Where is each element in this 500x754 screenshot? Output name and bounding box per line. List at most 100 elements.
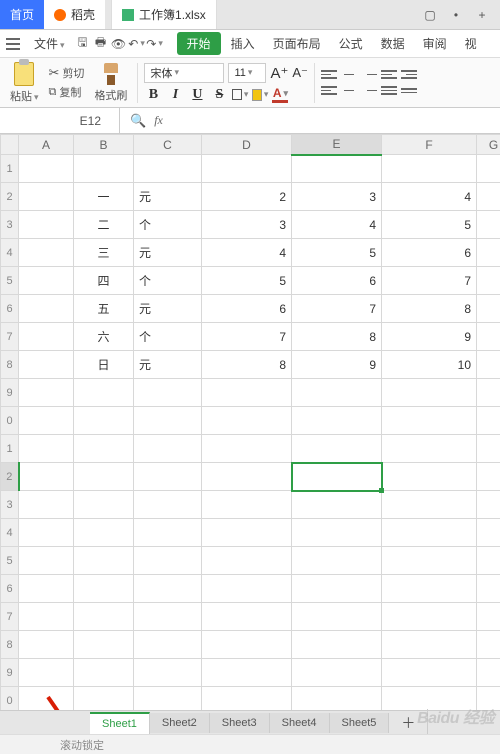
- row-header[interactable]: 9: [1, 379, 19, 407]
- cell[interactable]: [477, 267, 500, 295]
- paste-group[interactable]: 粘贴: [6, 62, 43, 104]
- align-justify-icon[interactable]: [381, 84, 397, 98]
- cell[interactable]: 元: [134, 351, 202, 379]
- cell[interactable]: [202, 519, 292, 547]
- copy-button[interactable]: ⧉复制: [49, 84, 85, 100]
- sheet-tab-sheet1[interactable]: Sheet1: [90, 712, 150, 734]
- cell[interactable]: [477, 295, 500, 323]
- cell[interactable]: 3: [292, 183, 382, 211]
- cell[interactable]: [202, 603, 292, 631]
- cell[interactable]: [292, 435, 382, 463]
- cell[interactable]: [477, 547, 500, 575]
- cell[interactable]: 4: [202, 239, 292, 267]
- cell[interactable]: [292, 155, 382, 183]
- cell[interactable]: [477, 659, 500, 687]
- cut-button[interactable]: ✂剪切: [49, 65, 85, 81]
- cell[interactable]: [74, 463, 134, 491]
- cell[interactable]: 4: [292, 211, 382, 239]
- sheet-tab-sheet3[interactable]: Sheet3: [210, 713, 270, 733]
- row-header[interactable]: 3: [1, 491, 19, 519]
- cell[interactable]: 7: [382, 267, 477, 295]
- device-icon[interactable]: ▢: [422, 7, 438, 23]
- sheet-tab-sheet5[interactable]: Sheet5: [330, 713, 390, 733]
- cell[interactable]: [202, 491, 292, 519]
- cell[interactable]: [382, 519, 477, 547]
- cell[interactable]: 5: [292, 239, 382, 267]
- cell[interactable]: [292, 491, 382, 519]
- cell[interactable]: [19, 631, 74, 659]
- cell[interactable]: [477, 379, 500, 407]
- cell[interactable]: [202, 379, 292, 407]
- cell[interactable]: [477, 239, 500, 267]
- cell[interactable]: 日: [74, 351, 134, 379]
- cell[interactable]: [74, 155, 134, 183]
- cell[interactable]: [382, 463, 477, 491]
- align-bottom-icon[interactable]: [361, 68, 377, 82]
- row-header[interactable]: 1: [1, 155, 19, 183]
- cell[interactable]: [134, 575, 202, 603]
- row-header[interactable]: 7: [1, 603, 19, 631]
- sheet-tab-sheet4[interactable]: Sheet4: [270, 713, 330, 733]
- cell[interactable]: [477, 435, 500, 463]
- cell[interactable]: [19, 323, 74, 351]
- menu-formula[interactable]: 公式: [331, 31, 371, 56]
- align-middle-icon[interactable]: [341, 68, 357, 82]
- cell[interactable]: [382, 631, 477, 659]
- cell[interactable]: [292, 603, 382, 631]
- cell[interactable]: 个: [134, 267, 202, 295]
- cell[interactable]: [134, 435, 202, 463]
- column-header-F[interactable]: F: [382, 135, 477, 155]
- cell[interactable]: 6: [382, 239, 477, 267]
- row-header[interactable]: 1: [1, 435, 19, 463]
- cell[interactable]: [74, 491, 134, 519]
- cell[interactable]: [292, 407, 382, 435]
- row-header[interactable]: 7: [1, 323, 19, 351]
- cell[interactable]: 9: [382, 323, 477, 351]
- cell[interactable]: [477, 575, 500, 603]
- row-header[interactable]: 5: [1, 547, 19, 575]
- cell[interactable]: [19, 659, 74, 687]
- cell[interactable]: 六: [74, 323, 134, 351]
- cell[interactable]: [19, 351, 74, 379]
- sheet-tab-sheet2[interactable]: Sheet2: [150, 713, 210, 733]
- row-header[interactable]: 4: [1, 239, 19, 267]
- cell[interactable]: 元: [134, 183, 202, 211]
- cell[interactable]: [74, 659, 134, 687]
- indent-decrease-icon[interactable]: [381, 68, 397, 82]
- cell[interactable]: 6: [202, 295, 292, 323]
- font-color-button[interactable]: A: [272, 87, 288, 103]
- cell[interactable]: [19, 407, 74, 435]
- column-header-C[interactable]: C: [134, 135, 202, 155]
- row-header[interactable]: 8: [1, 351, 19, 379]
- cell[interactable]: [477, 155, 500, 183]
- cell[interactable]: 7: [202, 323, 292, 351]
- row-header[interactable]: 9: [1, 659, 19, 687]
- cell[interactable]: [202, 435, 292, 463]
- cell[interactable]: [477, 519, 500, 547]
- cell[interactable]: 一: [74, 183, 134, 211]
- fill-color-button[interactable]: [252, 87, 268, 103]
- cell[interactable]: [477, 463, 500, 491]
- cell[interactable]: [292, 631, 382, 659]
- format-painter-group[interactable]: 格式刷: [90, 63, 131, 103]
- increase-font-icon[interactable]: A⁺: [270, 64, 288, 82]
- search-icon[interactable]: 🔍: [130, 113, 146, 129]
- cell[interactable]: [19, 267, 74, 295]
- cell[interactable]: [19, 491, 74, 519]
- cell[interactable]: [19, 295, 74, 323]
- cell[interactable]: [382, 603, 477, 631]
- save-icon[interactable]: 🖫: [75, 36, 91, 52]
- undo-icon[interactable]: ↶: [129, 36, 145, 52]
- cell[interactable]: [134, 519, 202, 547]
- cell[interactable]: 4: [382, 183, 477, 211]
- select-all-corner[interactable]: [1, 135, 19, 155]
- cell[interactable]: 元: [134, 239, 202, 267]
- cell[interactable]: [134, 407, 202, 435]
- cell[interactable]: [74, 519, 134, 547]
- cell[interactable]: [19, 183, 74, 211]
- tab-workbook[interactable]: 工作簿1.xlsx: [111, 0, 217, 29]
- row-header[interactable]: 2: [1, 463, 19, 491]
- column-header-A[interactable]: A: [19, 135, 74, 155]
- cell[interactable]: 元: [134, 295, 202, 323]
- column-header-E[interactable]: E: [292, 135, 382, 155]
